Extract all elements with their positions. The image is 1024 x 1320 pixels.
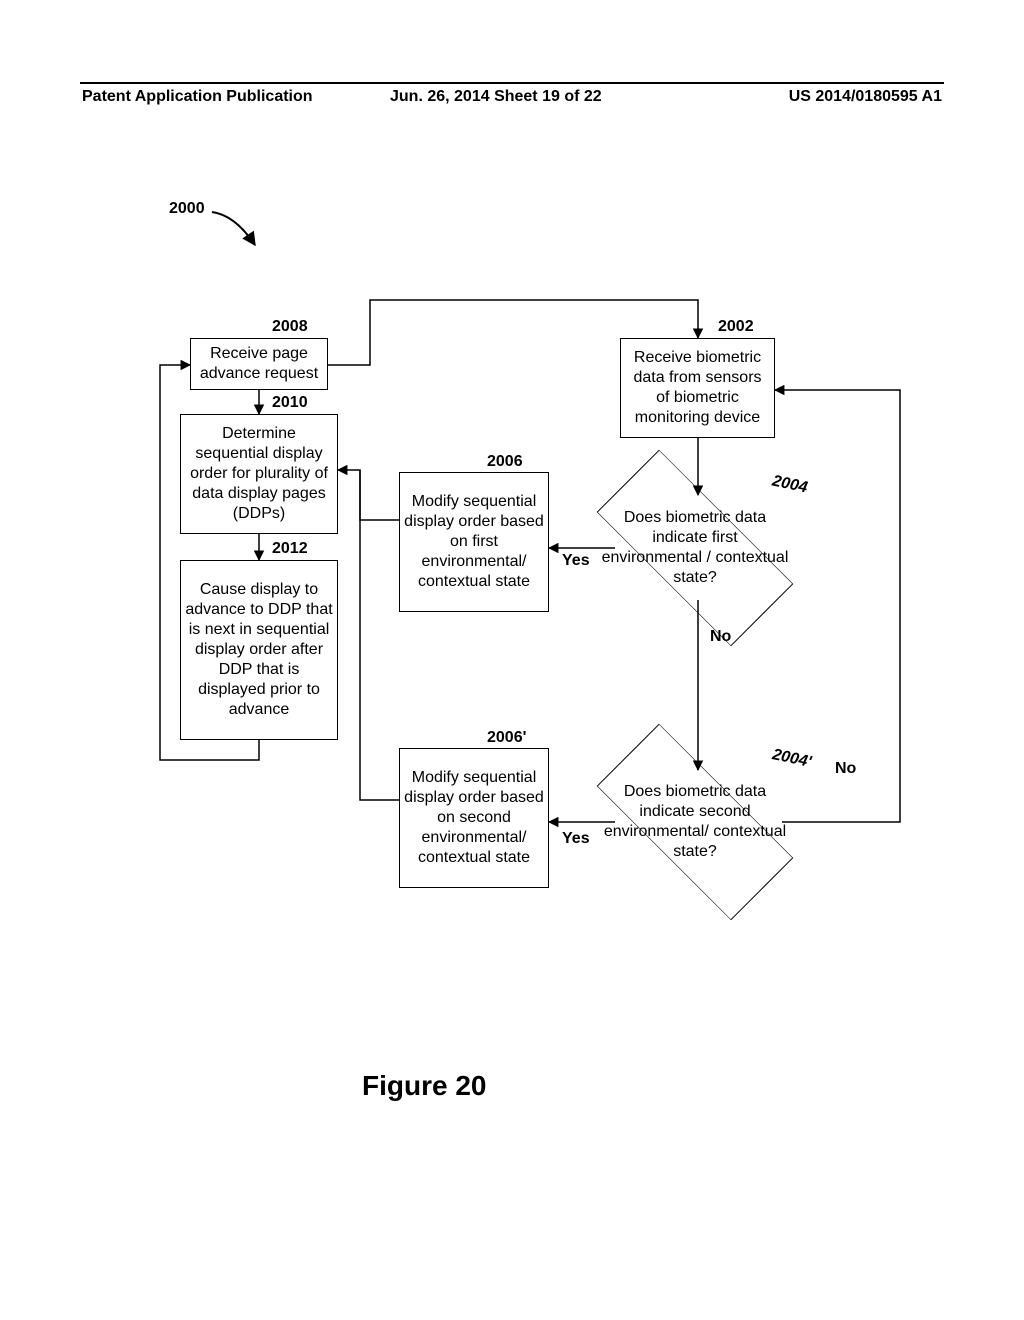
edge-yes-2: Yes [562,830,590,848]
label-2012: 2012 [272,540,308,558]
header-rule [80,82,944,84]
header-right: US 2014/0180595 A1 [789,88,942,106]
label-2006p: 2006' [487,729,526,747]
box-2002: Receive biometric data from sensors of b… [620,338,775,438]
label-2010: 2010 [272,394,308,412]
diamond-2004-text: Does biometric data indicate first envir… [600,468,790,628]
figure-caption: Figure 20 [362,1070,486,1102]
edge-yes-1: Yes [562,552,590,570]
flow-connectors [0,0,1024,1320]
label-2008: 2008 [272,318,308,336]
label-2006: 2006 [487,453,523,471]
box-2012: Cause display to advance to DDP that is … [180,560,338,740]
flow-ref-label: 2000 [169,200,205,218]
box-2006: Modify sequential display order based on… [399,472,549,612]
box-2006p: Modify sequential display order based on… [399,748,549,888]
box-2010: Determine sequential display order for p… [180,414,338,534]
label-2002: 2002 [718,318,754,336]
header-left: Patent Application Publication [82,88,313,106]
diamond-2004: Does biometric data indicate first envir… [600,468,790,628]
diamond-2004p-text: Does biometric data indicate second envi… [600,742,790,902]
edge-no-1: No [710,628,731,646]
edge-no-2: No [835,760,856,778]
box-2008: Receive page advance request [190,338,328,390]
diamond-2004p: Does biometric data indicate second envi… [600,742,790,902]
header-center: Jun. 26, 2014 Sheet 19 of 22 [390,88,602,106]
